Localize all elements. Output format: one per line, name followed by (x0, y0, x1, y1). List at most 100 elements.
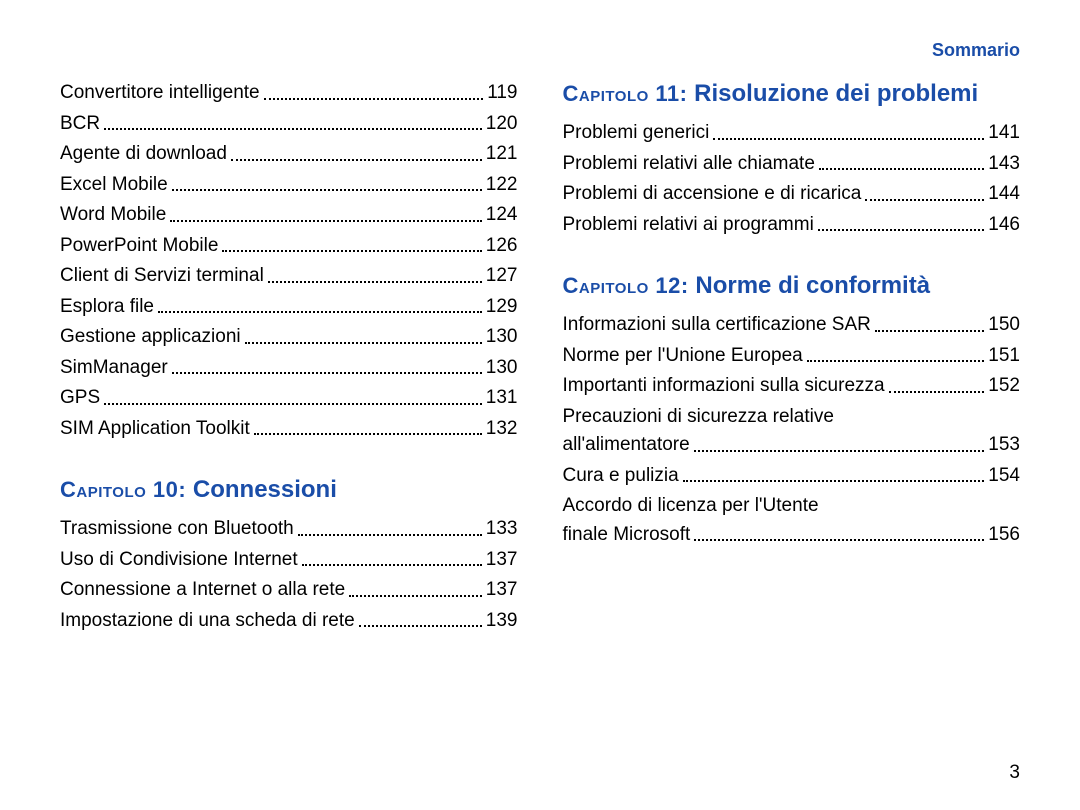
dot-leader (104, 393, 482, 404)
toc-label-line2: all'alimentatore (563, 431, 690, 460)
chapter-prefix: Capitolo 12: (563, 273, 689, 298)
dot-leader (158, 302, 482, 313)
dot-leader (268, 271, 482, 282)
dot-leader (818, 220, 985, 231)
dot-leader (865, 189, 984, 200)
toc-page: 121 (486, 140, 518, 169)
toc-label: Problemi relativi ai programmi (563, 211, 814, 240)
toc-label: GPS (60, 384, 100, 413)
toc-entry: Esplora file 129 (60, 293, 518, 322)
toc-entry: SimManager 130 (60, 354, 518, 383)
toc-label: Excel Mobile (60, 171, 168, 200)
toc-page: 144 (988, 180, 1020, 209)
toc-entry: PowerPoint Mobile 126 (60, 232, 518, 261)
column-left: Convertitore intelligente 119 BCR 120 Ag… (60, 79, 518, 637)
toc-page: 127 (486, 262, 518, 291)
toc-entry: Problemi relativi ai programmi 146 (563, 211, 1021, 240)
dot-leader (713, 128, 984, 139)
dot-leader (172, 363, 482, 374)
chapter-heading-11: Capitolo 11: Risoluzione dei problemi (563, 79, 1021, 109)
dot-leader (222, 241, 481, 252)
toc-entry: BCR 120 (60, 110, 518, 139)
dot-leader (819, 159, 984, 170)
toc-page: 137 (486, 576, 518, 605)
toc-entry: Informazioni sulla certificazione SAR 15… (563, 311, 1021, 340)
chapter-heading-12: Capitolo 12: Norme di conformità (563, 271, 1021, 301)
toc-label: Importanti informazioni sulla sicurezza (563, 372, 885, 401)
chapter-prefix: Capitolo 11: (563, 81, 688, 106)
toc-page: 153 (988, 431, 1020, 460)
toc-entry: Accordo di licenza per l'Utente finale M… (563, 492, 1021, 549)
dot-leader (264, 88, 484, 99)
dot-leader (889, 381, 985, 392)
toc-label: Impostazione di una scheda di rete (60, 607, 355, 636)
column-right: Capitolo 11: Risoluzione dei problemi Pr… (563, 79, 1021, 637)
toc-page: 151 (988, 342, 1020, 371)
toc-page: 143 (988, 150, 1020, 179)
toc-label: SIM Application Toolkit (60, 415, 250, 444)
toc-entry: Trasmissione con Bluetooth 133 (60, 515, 518, 544)
toc-entry: Importanti informazioni sulla sicurezza … (563, 372, 1021, 401)
toc-entry: SIM Application Toolkit 132 (60, 415, 518, 444)
toc-entry: Connessione a Internet o alla rete 137 (60, 576, 518, 605)
dot-leader (298, 524, 482, 535)
dot-leader (694, 530, 984, 541)
toc-page: 133 (486, 515, 518, 544)
toc-label-line2: finale Microsoft (563, 521, 691, 550)
toc-page: 156 (988, 521, 1020, 550)
toc-page: 141 (988, 119, 1020, 148)
dot-leader (170, 210, 481, 221)
toc-label: Cura e pulizia (563, 462, 679, 491)
toc-page: 152 (988, 372, 1020, 401)
dot-leader (875, 320, 984, 331)
toc-page: 150 (988, 311, 1020, 340)
toc-label: Norme per l'Unione Europea (563, 342, 803, 371)
toc-label: Informazioni sulla certificazione SAR (563, 311, 871, 340)
toc-label: Esplora file (60, 293, 154, 322)
dot-leader (104, 119, 482, 130)
toc-label: Client di Servizi terminal (60, 262, 264, 291)
columns: Convertitore intelligente 119 BCR 120 Ag… (60, 79, 1020, 637)
toc-label: Problemi generici (563, 119, 710, 148)
page-number: 3 (1009, 762, 1020, 784)
chapter-heading-10: Capitolo 10: Connessioni (60, 475, 518, 505)
toc-page: 154 (988, 462, 1020, 491)
toc-label: Uso di Condivisione Internet (60, 546, 298, 575)
toc-page: 122 (486, 171, 518, 200)
page: Sommario Convertitore intelligente 119 B… (0, 0, 1080, 810)
toc-page: 132 (486, 415, 518, 444)
toc-entry: Norme per l'Unione Europea 151 (563, 342, 1021, 371)
toc-entry: Gestione applicazioni 130 (60, 323, 518, 352)
toc-label-line1: Accordo di licenza per l'Utente (563, 492, 1021, 521)
toc-page: 130 (486, 354, 518, 383)
header-title: Sommario (60, 40, 1020, 61)
toc-entry: Uso di Condivisione Internet 137 (60, 546, 518, 575)
toc-entry: Problemi relativi alle chiamate 143 (563, 150, 1021, 179)
toc-entry: Convertitore intelligente 119 (60, 79, 518, 108)
toc-entry: Problemi generici 141 (563, 119, 1021, 148)
toc-entry: Problemi di accensione e di ricarica 144 (563, 180, 1021, 209)
toc-label: SimManager (60, 354, 168, 383)
toc-page: 137 (486, 546, 518, 575)
toc-page: 126 (486, 232, 518, 261)
dot-leader (302, 555, 482, 566)
toc-entry: Precauzioni di sicurezza relative all'al… (563, 403, 1021, 460)
dot-leader (683, 471, 985, 482)
toc-entry: Impostazione di una scheda di rete 139 (60, 607, 518, 636)
toc-page: 146 (988, 211, 1020, 240)
toc-label: Word Mobile (60, 201, 166, 230)
dot-leader (807, 351, 985, 362)
toc-page: 131 (486, 384, 518, 413)
toc-label: Convertitore intelligente (60, 79, 260, 108)
dot-leader (172, 180, 482, 191)
toc-page: 139 (486, 607, 518, 636)
toc-page: 120 (486, 110, 518, 139)
dot-leader (349, 585, 482, 596)
dot-leader (245, 332, 482, 343)
toc-entry: GPS 131 (60, 384, 518, 413)
dot-leader (231, 149, 482, 160)
dot-leader (359, 616, 482, 627)
toc-label: BCR (60, 110, 100, 139)
chapter-title: Connessioni (193, 476, 337, 503)
toc-label: Gestione applicazioni (60, 323, 241, 352)
